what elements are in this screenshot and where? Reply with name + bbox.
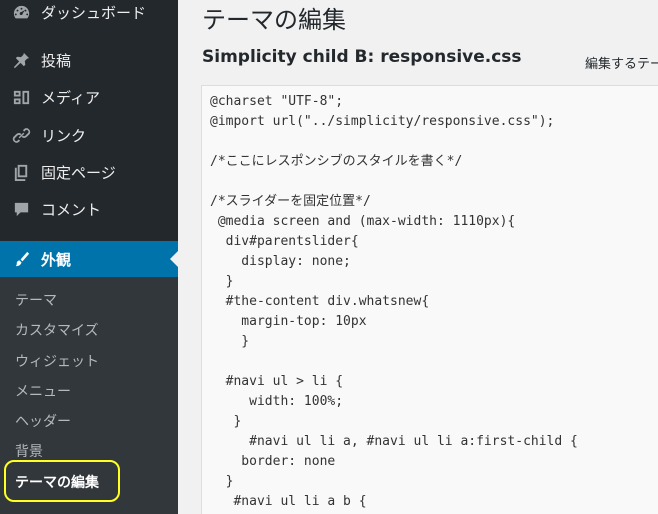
code-line: /*スライダーを固定位置*/ xyxy=(210,194,371,209)
code-line: } xyxy=(210,414,242,429)
dashboard-icon xyxy=(11,2,31,22)
menu-comments-label: コメント xyxy=(41,200,102,219)
submenu-background[interactable]: 背景 xyxy=(15,441,43,461)
code-line: div#parentslider{ xyxy=(210,234,359,249)
submenu-themes[interactable]: テーマ xyxy=(15,290,57,310)
menu-appearance[interactable]: 外観 xyxy=(0,241,178,277)
menu-posts[interactable]: 投稿 xyxy=(0,42,178,78)
theme-select-label: 編集するテーマを選択 xyxy=(585,57,658,72)
code-line: } xyxy=(210,474,234,489)
current-menu-arrow xyxy=(170,251,178,267)
code-line: #the-content div.whatsnew{ xyxy=(210,294,430,309)
media-icon xyxy=(11,87,31,107)
menu-media-label: メディア xyxy=(41,88,100,107)
code-line: #navi ul li a b { xyxy=(210,494,367,509)
code-line: display: none; xyxy=(210,254,351,269)
highlight-annotation xyxy=(4,460,120,502)
code-content[interactable]: @charset "UTF-8"; @import url("../simplic… xyxy=(202,86,658,512)
code-line: #navi ul > li { xyxy=(210,374,344,389)
submenu-menus[interactable]: メニュー xyxy=(15,381,71,401)
code-line: /*ここにレスポンシブのスタイルを書く*/ xyxy=(210,154,463,169)
code-line: margin-top: 10px xyxy=(210,314,367,329)
code-editor[interactable]: @charset "UTF-8"; @import url("../simplic… xyxy=(201,85,658,514)
menu-comments[interactable]: コメント xyxy=(0,191,178,227)
code-line: @media screen and (max-width: 1110px){ xyxy=(210,214,516,229)
code-line: @charset "UTF-8"; xyxy=(210,94,344,109)
code-line: width: 100%; xyxy=(210,394,344,409)
code-line: border: none xyxy=(210,454,336,469)
comment-icon xyxy=(11,199,31,219)
submenu-header[interactable]: ヘッダー xyxy=(15,411,71,431)
menu-media[interactable]: メディア xyxy=(0,79,178,115)
menu-posts-label: 投稿 xyxy=(41,51,72,70)
menu-links[interactable]: リンク xyxy=(0,117,178,153)
code-line: } xyxy=(210,334,250,349)
admin-sidebar: ダッシュボード 投稿 メディア リンク 固定ページ コメント 外観 テーマ カス… xyxy=(0,0,178,514)
code-line: } xyxy=(210,274,234,289)
code-line: @import url("../simplicity/responsive.cs… xyxy=(210,114,555,129)
link-icon xyxy=(11,125,31,145)
menu-pages[interactable]: 固定ページ xyxy=(0,154,178,190)
menu-appearance-label: 外観 xyxy=(41,250,72,269)
submenu-widgets[interactable]: ウィジェット xyxy=(15,351,99,371)
pin-icon xyxy=(11,50,31,70)
appearance-brush-icon xyxy=(11,249,31,269)
menu-links-label: リンク xyxy=(41,126,87,145)
page-title: テーマの編集 xyxy=(202,6,346,34)
pages-icon xyxy=(11,162,31,182)
code-line: #navi ul li a, #navi ul li a:first-child… xyxy=(210,434,578,449)
menu-dashboard[interactable]: ダッシュボード xyxy=(0,0,178,30)
submenu-customize[interactable]: カスタマイズ xyxy=(15,320,99,340)
file-title: Simplicity child B: responsive.css xyxy=(202,47,522,67)
menu-dashboard-label: ダッシュボード xyxy=(41,3,147,22)
menu-pages-label: 固定ページ xyxy=(41,163,116,182)
